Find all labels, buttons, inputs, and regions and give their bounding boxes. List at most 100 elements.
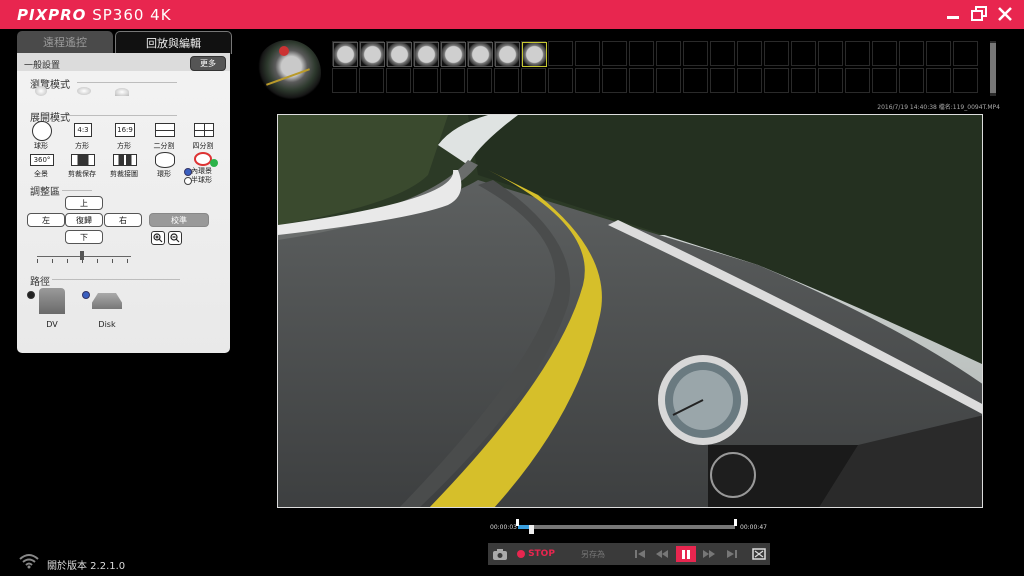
thumbnail-slot: [764, 68, 789, 93]
skip-start-button[interactable]: [632, 546, 648, 562]
version-link[interactable]: 關於版本 2.2.1.0: [47, 557, 125, 572]
thumbnail-slot: [953, 41, 978, 66]
thumbnail-slot: [791, 68, 816, 93]
minimize-button[interactable]: [942, 4, 964, 24]
browse-mode-front-icon[interactable]: [115, 88, 129, 96]
wifi-icon: [18, 553, 40, 573]
browse-mode-sphere-icon[interactable]: [35, 86, 47, 96]
browse-mode-dome-icon[interactable]: [77, 87, 91, 95]
trim-start-marker[interactable]: [516, 519, 519, 526]
restore-button[interactable]: [968, 4, 990, 24]
thumbnail-slot: [413, 68, 438, 93]
split4-icon[interactable]: [194, 123, 214, 137]
thumbnail-slot: [845, 41, 870, 66]
video-thumbnail[interactable]: [387, 42, 412, 67]
thumbnail-slot: [899, 68, 924, 93]
thumbnail-slot: [629, 41, 654, 66]
thumbnail-slot: [548, 68, 573, 93]
skip-forward-icon: [727, 550, 737, 558]
sphere-icon[interactable]: [32, 121, 52, 141]
thumbnail-slot: [656, 41, 681, 66]
panorama-360-icon[interactable]: 360°: [30, 154, 54, 166]
path-option-dv: DV: [46, 320, 58, 329]
direction-right-button[interactable]: 右: [104, 213, 142, 227]
thumbnail-slot: [872, 41, 897, 66]
thumbnail-slot: [494, 68, 519, 93]
thumbnail-slot: [710, 68, 735, 93]
fast-forward-button[interactable]: [701, 546, 717, 562]
crop-stitch-icon[interactable]: [113, 154, 137, 166]
thumbnail-slot: [926, 68, 951, 93]
close-button[interactable]: [994, 4, 1016, 24]
thumbnail-slot: [737, 68, 762, 93]
thumbnail-slot: [467, 68, 492, 93]
zoom-out-icon: [170, 233, 180, 243]
video-thumbnail[interactable]: [468, 42, 493, 67]
video-thumbnail[interactable]: [333, 42, 358, 67]
trim-end-marker[interactable]: [734, 519, 737, 526]
square-16-9-icon[interactable]: 16:9: [115, 123, 135, 137]
direction-down-button[interactable]: 下: [65, 230, 103, 244]
thumbnail-slot: [575, 41, 600, 66]
close-icon: [998, 7, 1012, 21]
thumbnail-scrollbar[interactable]: [990, 41, 996, 96]
thumbnail-strip: [332, 41, 987, 96]
general-settings-heading: 一般設置: [24, 61, 61, 71]
direction-left-button[interactable]: 左: [27, 213, 65, 227]
direction-up-button[interactable]: 上: [65, 196, 103, 210]
calibrate-button[interactable]: 校準: [149, 213, 209, 227]
radio-dv[interactable]: [27, 291, 35, 299]
thumbnail-slot: [629, 68, 654, 93]
thumbnail-slot: [683, 41, 708, 66]
more-button[interactable]: 更多: [190, 56, 226, 71]
rewind-button[interactable]: [654, 546, 670, 562]
adjust-area-heading: 調整區: [30, 187, 60, 198]
thumbnail-slot: [656, 68, 681, 93]
crop-save-icon[interactable]: [71, 154, 95, 166]
thumbnail-slot: [872, 68, 897, 93]
video-thumbnail[interactable]: [522, 42, 547, 67]
timeline-scrubber[interactable]: [529, 525, 535, 534]
thumbnail-slot: [521, 68, 546, 93]
mode-label-crop-save: 剪裁保存: [68, 170, 96, 178]
snapshot-button[interactable]: [490, 546, 510, 562]
video-thumbnail[interactable]: [360, 42, 385, 67]
timeline-track[interactable]: [518, 525, 735, 529]
video-thumbnail[interactable]: [495, 42, 520, 67]
thumbnail-slot: [926, 41, 951, 66]
fisheye-preview[interactable]: [255, 40, 321, 106]
video-thumbnail[interactable]: [414, 42, 439, 67]
direction-reset-button[interactable]: 復歸: [65, 213, 103, 227]
thumbnail-slot: [818, 68, 843, 93]
dv-camera-icon[interactable]: [39, 288, 65, 314]
disk-icon[interactable]: [92, 293, 122, 309]
divider: [77, 82, 177, 83]
thumbnail-slot: [683, 68, 708, 93]
split2-icon[interactable]: [155, 123, 175, 137]
fullscreen-icon: [752, 548, 766, 560]
mode-label-sphere: 球形: [34, 142, 48, 150]
radio-disk[interactable]: [82, 291, 90, 299]
zoom-out-button[interactable]: [168, 231, 182, 245]
rewind-icon: [656, 550, 668, 558]
path-option-disk: Disk: [98, 320, 116, 329]
tab-playback-edit[interactable]: 回放與編輯: [115, 31, 232, 54]
zoom-in-button[interactable]: [151, 231, 165, 245]
pause-button[interactable]: [676, 546, 696, 562]
tab-remote-control[interactable]: 遠程遙控: [17, 31, 113, 53]
fast-forward-icon: [703, 550, 715, 558]
thumbnail-slot: [737, 41, 762, 66]
thumbnail-slot: [818, 41, 843, 66]
ring-icon[interactable]: [155, 152, 175, 168]
skip-end-button[interactable]: [724, 546, 740, 562]
adjust-slider-track[interactable]: [37, 256, 131, 257]
video-player[interactable]: [277, 114, 983, 508]
square-4-3-icon[interactable]: 4:3: [74, 123, 92, 137]
current-time: 00:00:03: [490, 524, 517, 531]
fullscreen-button[interactable]: [749, 546, 769, 562]
mode-label-split2: 二分割: [153, 142, 175, 150]
video-thumbnail[interactable]: [441, 42, 466, 67]
save-as-button[interactable]: 另存為: [576, 546, 610, 562]
stop-record-button[interactable]: STOP: [514, 546, 558, 562]
thumbnail-slot: [791, 41, 816, 66]
